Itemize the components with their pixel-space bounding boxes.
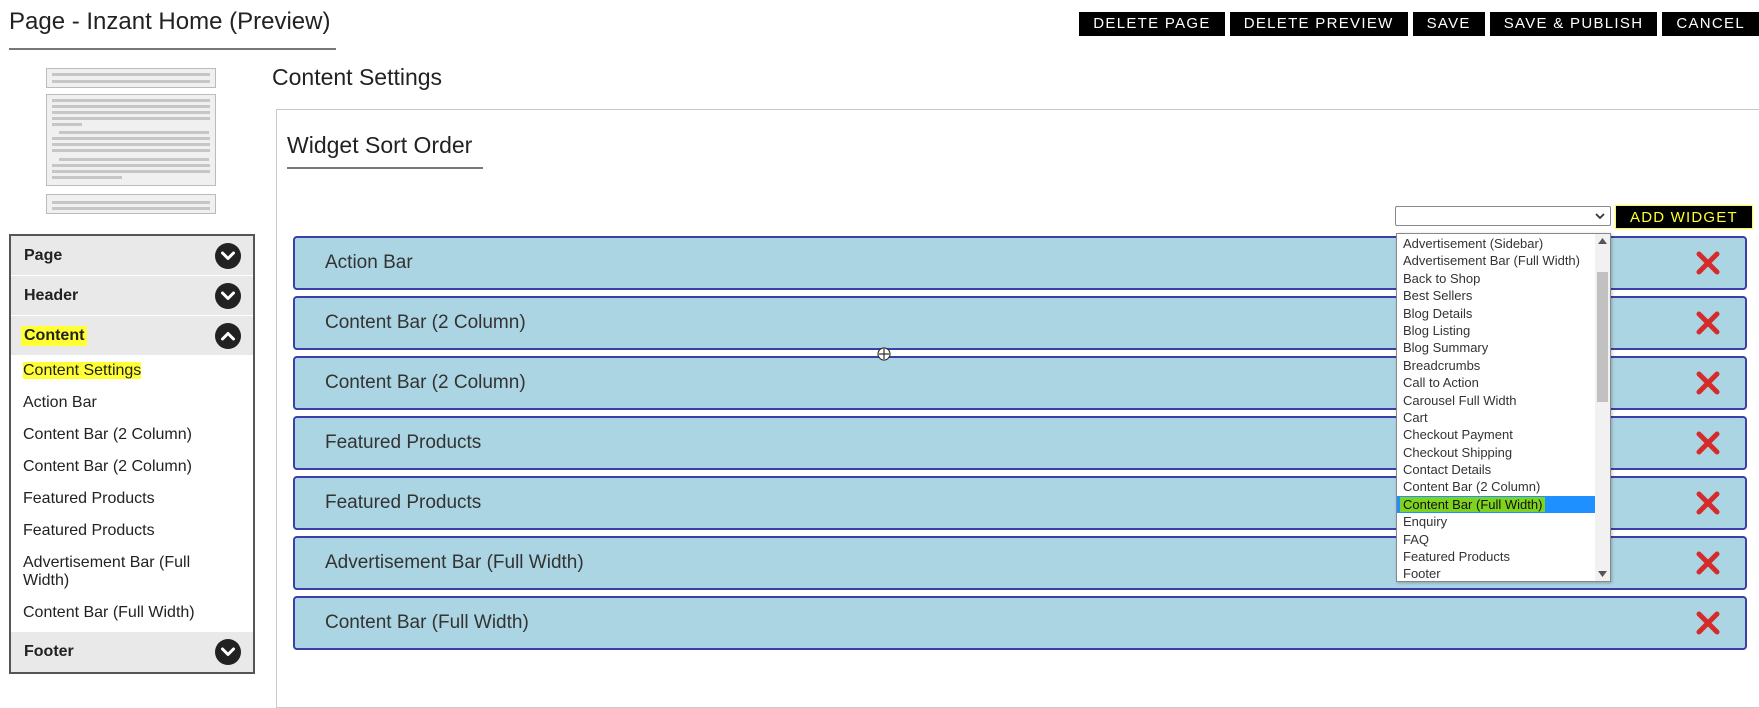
delete-x-icon[interactable] xyxy=(1695,490,1721,516)
dropdown-option[interactable]: Contact Details xyxy=(1397,461,1596,478)
dropdown-option[interactable]: Footer xyxy=(1397,565,1596,581)
delete-x-icon[interactable] xyxy=(1695,370,1721,396)
delete-x-icon[interactable] xyxy=(1695,550,1721,576)
dropdown-option[interactable]: Back to Shop xyxy=(1397,270,1596,287)
sidebar-item-advertisement-bar[interactable]: Advertisement Bar (Full Width) xyxy=(11,554,211,590)
sidebar-item-action-bar[interactable]: Action Bar xyxy=(11,394,253,412)
dropdown-option[interactable]: Enquiry xyxy=(1397,513,1596,530)
dropdown-option[interactable]: Blog Listing xyxy=(1397,322,1596,339)
delete-x-icon[interactable] xyxy=(1695,610,1721,636)
dropdown-option[interactable]: Checkout Shipping xyxy=(1397,444,1596,461)
accordion-footer-label: Footer xyxy=(24,643,74,660)
widget-label: Advertisement Bar (Full Width) xyxy=(325,552,584,573)
chevron-down-icon[interactable] xyxy=(215,639,241,665)
delete-x-icon[interactable] xyxy=(1695,250,1721,276)
chevron-up-icon[interactable] xyxy=(215,322,241,349)
dropdown-option[interactable]: Best Sellers xyxy=(1397,287,1596,304)
chevron-down-icon[interactable] xyxy=(215,282,241,309)
page-title: Page - Inzant Home (Preview) xyxy=(9,8,331,35)
widget-label: Action Bar xyxy=(325,252,413,273)
accordion-page[interactable]: Page xyxy=(11,236,253,276)
dropdown-option[interactable]: Checkout Payment xyxy=(1397,426,1596,443)
chevron-down-icon[interactable] xyxy=(215,242,241,269)
dropdown-option[interactable]: Carousel Full Width xyxy=(1397,392,1596,409)
accordion-page-label: Page xyxy=(24,246,63,264)
section-title: Content Settings xyxy=(272,64,443,90)
scroll-down-arrow-icon[interactable] xyxy=(1598,571,1607,577)
thumbnail-header xyxy=(46,68,216,88)
delete-x-icon[interactable] xyxy=(1695,430,1721,456)
delete-x-icon[interactable] xyxy=(1695,310,1721,336)
accordion-content[interactable]: Content xyxy=(11,316,253,356)
widget-sort-underline xyxy=(287,167,483,169)
save-publish-button[interactable]: SAVE & PUBLISH xyxy=(1489,12,1658,36)
chevron-down-icon xyxy=(1595,213,1605,220)
widget-label: Content Bar (Full Width) xyxy=(325,612,529,633)
move-cursor-icon xyxy=(877,347,891,361)
page-layout-thumbnail[interactable] xyxy=(46,68,216,214)
thumbnail-footer xyxy=(46,194,216,214)
widget-label: Featured Products xyxy=(325,432,482,453)
delete-page-button[interactable]: DELETE PAGE xyxy=(1079,12,1225,36)
sidebar-item-content-bar-full[interactable]: Content Bar (Full Width) xyxy=(11,604,253,622)
accordion-footer[interactable]: Footer xyxy=(11,632,253,672)
toolbar: DELETE PAGE DELETE PREVIEW SAVE SAVE & P… xyxy=(1079,12,1759,36)
sidebar-accordion: Page Header Content Content Settings Act… xyxy=(9,234,255,674)
sidebar-item-content-settings[interactable]: Content Settings xyxy=(11,362,253,380)
widget-type-select[interactable] xyxy=(1395,206,1611,226)
accordion-header-label: Header xyxy=(24,286,79,304)
dropdown-option[interactable]: Content Bar (2 Column) xyxy=(1397,478,1596,495)
accordion-header[interactable]: Header xyxy=(11,276,253,316)
delete-preview-button[interactable]: DELETE PREVIEW xyxy=(1229,12,1408,36)
cancel-button[interactable]: CANCEL xyxy=(1662,12,1759,36)
scrollbar-thumb[interactable] xyxy=(1597,272,1608,402)
dropdown-option[interactable]: Blog Details xyxy=(1397,305,1596,322)
dropdown-option[interactable]: FAQ xyxy=(1397,531,1596,548)
dropdown-option[interactable]: Advertisement (Sidebar) xyxy=(1397,235,1596,252)
widget-type-dropdown[interactable]: Advertisement (Sidebar) Advertisement Ba… xyxy=(1396,233,1611,582)
dropdown-scrollbar[interactable] xyxy=(1595,234,1610,581)
title-underline xyxy=(9,48,336,50)
dropdown-option[interactable]: Cart xyxy=(1397,409,1596,426)
widget-sort-panel: Widget Sort Order ADD WIDGET Action Bar … xyxy=(276,109,1759,708)
widget-row-content-bar-full[interactable]: Content Bar (Full Width) xyxy=(293,596,1747,650)
dropdown-option[interactable]: Blog Summary xyxy=(1397,339,1596,356)
content-item-list: Content Settings Action Bar Content Bar … xyxy=(11,356,253,632)
widget-sort-title: Widget Sort Order xyxy=(287,132,473,158)
dropdown-option[interactable]: Breadcrumbs xyxy=(1397,357,1596,374)
accordion-content-label: Content xyxy=(21,325,88,346)
dropdown-option-list: Advertisement (Sidebar) Advertisement Ba… xyxy=(1397,235,1596,581)
dropdown-option-selected[interactable]: Content Bar (Full Width) xyxy=(1397,495,1596,514)
sidebar-item-content-bar-2col[interactable]: Content Bar (2 Column) xyxy=(11,426,253,444)
widget-label: Featured Products xyxy=(325,492,482,513)
sidebar-item-content-bar-2col[interactable]: Content Bar (2 Column) xyxy=(11,458,253,476)
thumbnail-content xyxy=(46,94,216,186)
dropdown-option[interactable]: Call to Action xyxy=(1397,374,1596,391)
scroll-up-arrow-icon[interactable] xyxy=(1598,238,1607,244)
dropdown-option[interactable]: Featured Products xyxy=(1397,548,1596,565)
add-widget-button[interactable]: ADD WIDGET xyxy=(1615,205,1753,229)
widget-label: Content Bar (2 Column) xyxy=(325,312,526,333)
save-button[interactable]: SAVE xyxy=(1412,12,1485,36)
widget-label: Content Bar (2 Column) xyxy=(325,372,526,393)
sidebar-item-featured-products[interactable]: Featured Products xyxy=(11,490,253,508)
dropdown-option[interactable]: Advertisement Bar (Full Width) xyxy=(1397,252,1596,269)
sidebar-item-featured-products[interactable]: Featured Products xyxy=(11,522,253,540)
